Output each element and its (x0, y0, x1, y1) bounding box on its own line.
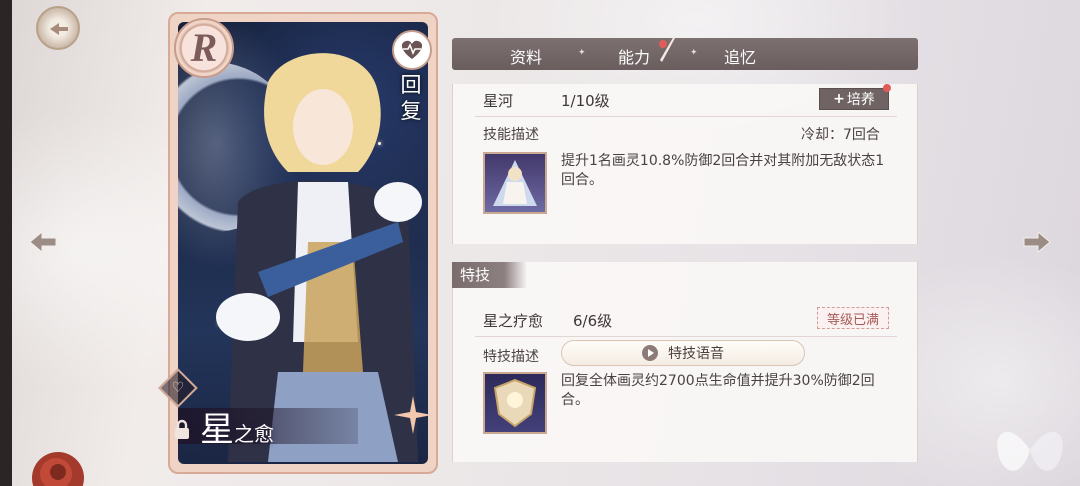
skill-desc-title: 技能描述 (483, 127, 539, 143)
back-arrow-icon (50, 23, 68, 35)
arrow-left-icon[interactable] (28, 228, 58, 256)
play-icon (642, 345, 658, 361)
heart-monitor-icon (392, 30, 432, 70)
butterfly-decoration (997, 431, 1063, 471)
card-name-suffix: 之愈 (234, 422, 274, 446)
tab-bar: 资料 ✦ 能力 ✦ 追忆 (452, 38, 918, 70)
arrow-right-icon[interactable] (1022, 228, 1052, 256)
tab-profile[interactable]: 资料 (510, 44, 542, 68)
skill-cooldown: 冷却：7回合 (801, 127, 880, 143)
plus-icon: + (833, 91, 845, 107)
divider (475, 116, 897, 117)
cultivate-button[interactable]: + 培养 (819, 88, 889, 110)
trait-icon[interactable] (483, 372, 547, 434)
trait-section-header: 特技 (452, 262, 527, 288)
card-type-label: 回复 (400, 73, 422, 123)
tab-ability[interactable]: 能力 (618, 44, 650, 68)
tab-separator: ✦ (578, 48, 586, 58)
shield-icon (493, 378, 537, 428)
heart-icon: ♡ (171, 380, 185, 396)
divider (475, 336, 897, 337)
skill-name: 星河 (483, 92, 514, 110)
left-edge (0, 0, 12, 486)
voice-label: 特技语音 (668, 346, 724, 362)
trait-panel: 星之疗愈 6/6级 等级已满 特技描述 特技语音 回复全体画灵约2700点生命值… (452, 262, 918, 462)
notification-dot (883, 84, 891, 92)
skill-figure-icon (493, 160, 537, 206)
notification-dot (659, 40, 667, 48)
quill-icon (660, 36, 675, 62)
skill-panel: 星河 1/10级 + 培养 技能描述 冷却：7回合 提升1名画灵10.8%防御2… (452, 84, 918, 244)
skill-level: 1/10级 (561, 92, 610, 110)
trait-voice-button[interactable]: 特技语音 (561, 340, 805, 366)
trait-level: 6/6级 (573, 312, 613, 330)
trait-desc-title: 特技描述 (483, 349, 539, 365)
rarity-badge: R (174, 18, 234, 78)
level-max-badge: 等级已满 (817, 307, 889, 329)
back-button[interactable] (36, 6, 80, 50)
lock-icon[interactable] (170, 418, 194, 442)
star-ornament (394, 396, 432, 434)
cultivate-label: 培养 (846, 92, 875, 108)
tab-separator: ✦ (690, 48, 698, 58)
skill-description: 提升1名画灵10.8%防御2回合并对其附加无敌状态1回合。 (561, 153, 885, 188)
heart-monitor-icon-glyph (401, 40, 423, 59)
rose-decoration (32, 452, 84, 486)
card-name: 星 之愈 (200, 402, 274, 450)
card-artwork (178, 22, 428, 464)
card-name-main: 星 (200, 410, 234, 450)
tab-memories[interactable]: 追忆 (724, 44, 756, 68)
trait-name: 星之疗愈 (483, 312, 544, 330)
rarity-letter: R (190, 25, 218, 70)
skill-icon[interactable] (483, 152, 547, 214)
trait-description: 回复全体画灵约2700点生命值并提升30%防御2回合。 (561, 373, 875, 408)
